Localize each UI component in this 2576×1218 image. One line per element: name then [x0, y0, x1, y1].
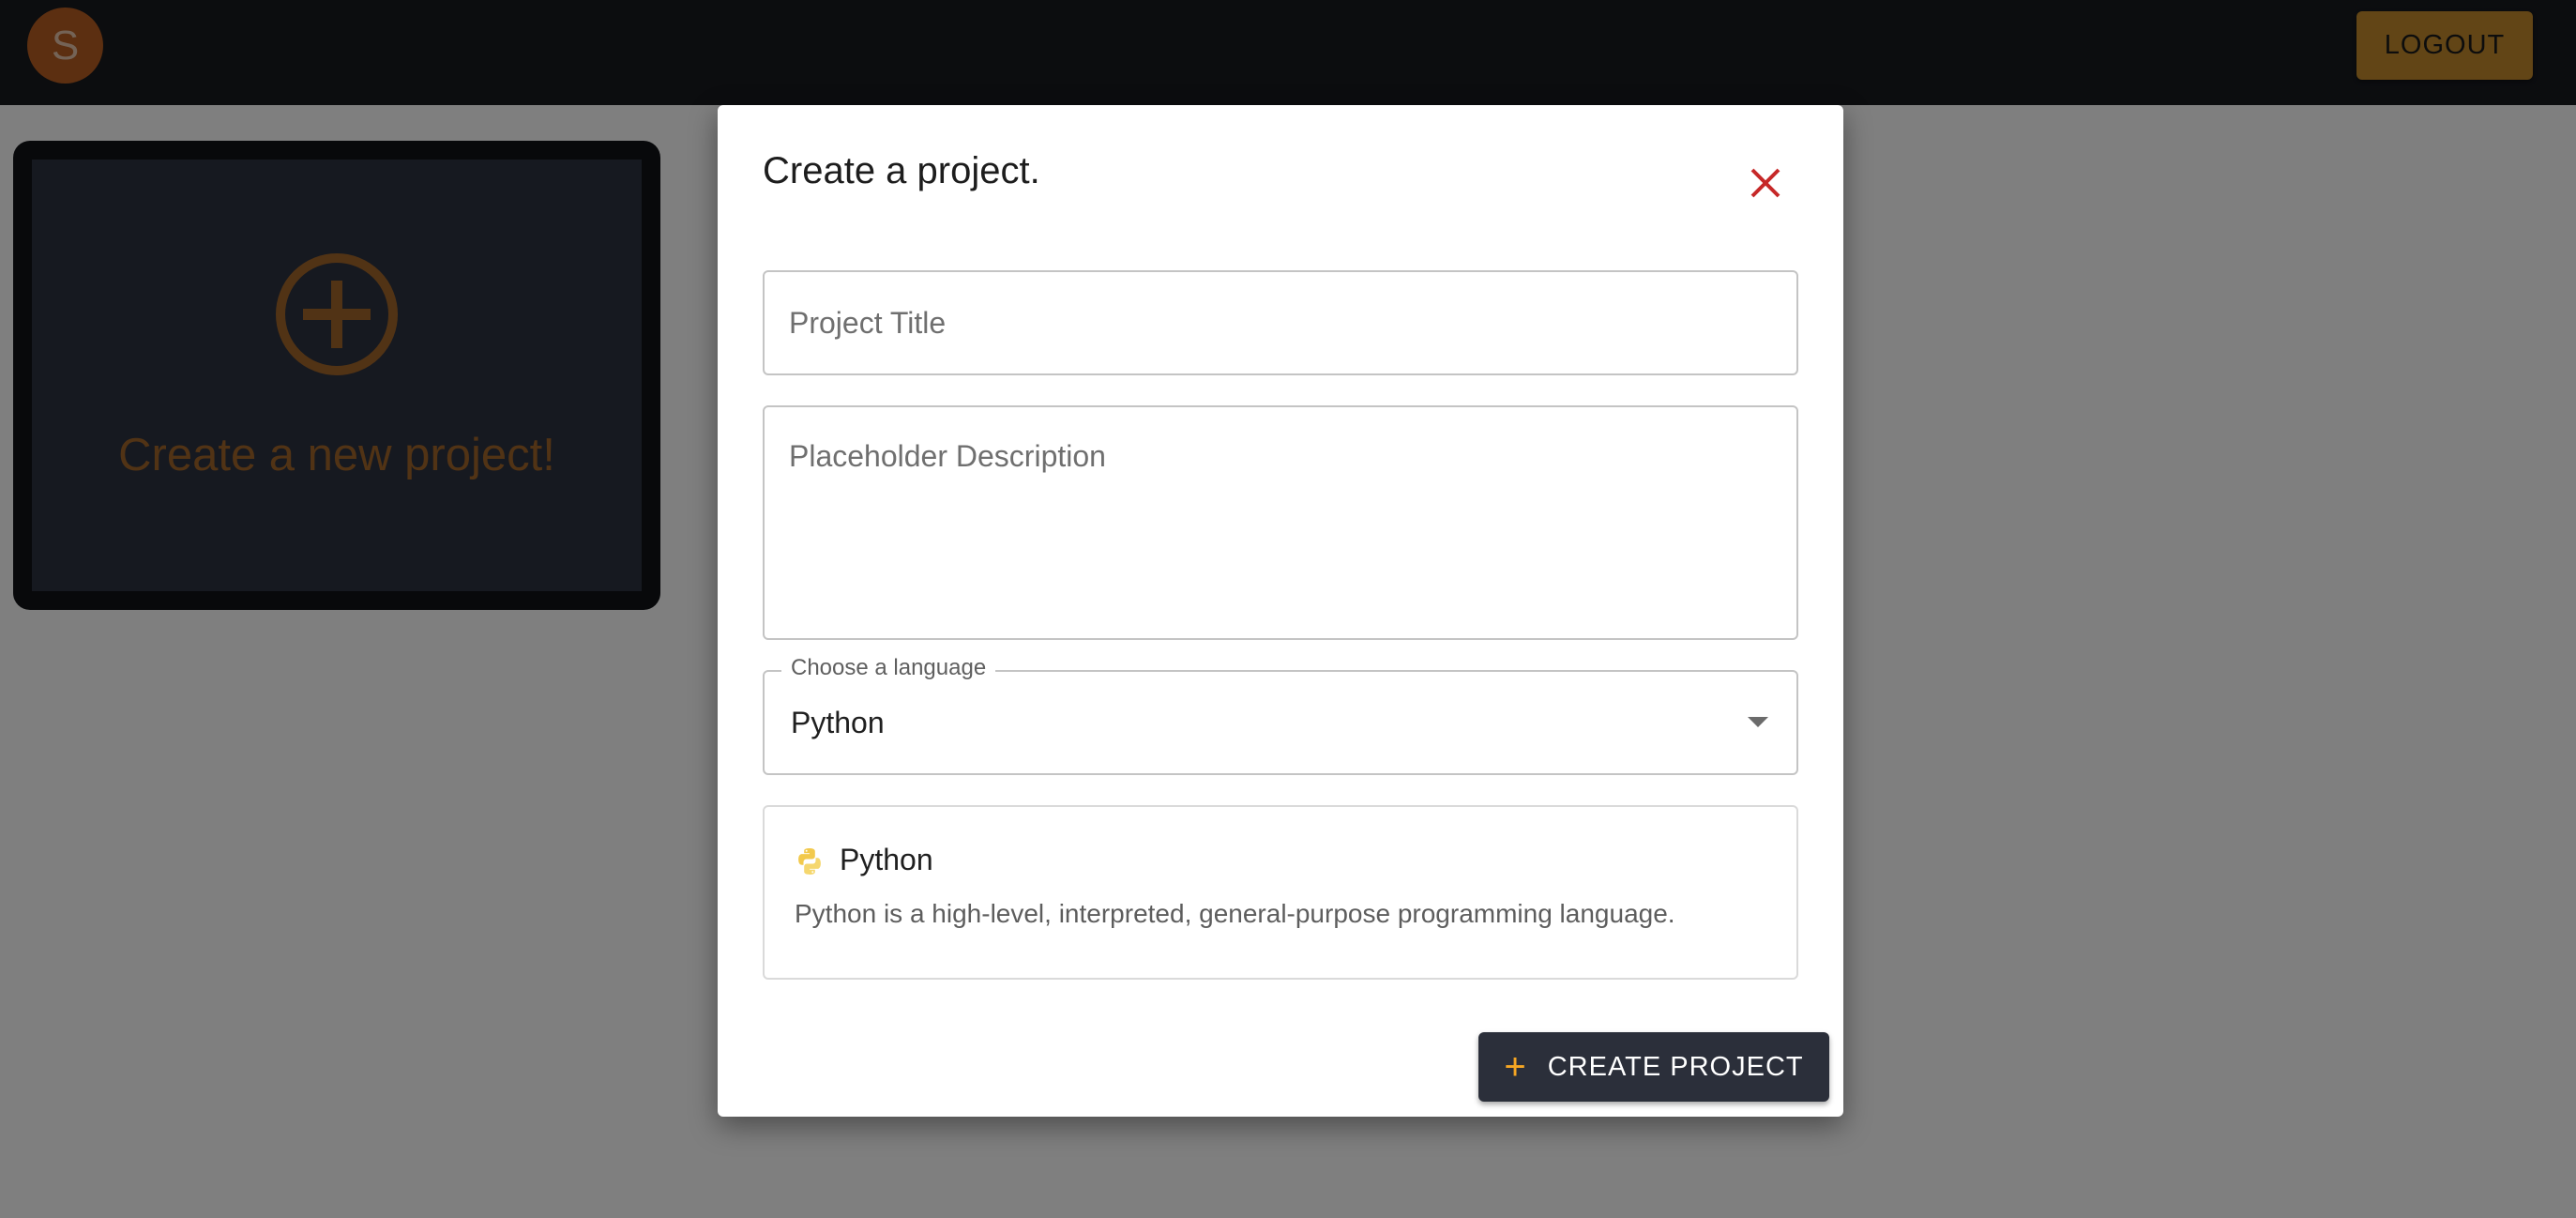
close-icon	[1750, 168, 1780, 198]
create-project-button[interactable]: + CREATE PROJECT	[1478, 1032, 1829, 1102]
language-select-value[interactable]: Python	[765, 706, 885, 740]
language-select-label: Choose a language	[781, 655, 996, 681]
dialog-title: Create a project.	[763, 150, 1040, 191]
chevron-down-icon[interactable]	[1748, 717, 1768, 727]
description-field	[763, 405, 1798, 640]
create-project-label: CREATE PROJECT	[1547, 1051, 1804, 1082]
language-info-card: Python Python is a high-level, interpret…	[763, 805, 1798, 980]
plus-icon: +	[1504, 1046, 1527, 1088]
project-title-input[interactable]	[765, 305, 1796, 341]
description-textarea[interactable]	[765, 407, 1796, 638]
python-icon	[798, 848, 821, 875]
close-button[interactable]	[1737, 155, 1794, 211]
create-project-dialog: Create a project. Choose a language Pyth…	[718, 105, 1843, 1117]
language-name: Python	[840, 843, 933, 876]
language-select[interactable]: Choose a language Python	[763, 655, 1798, 775]
language-description: Python is a high-level, interpreted, gen…	[795, 899, 1675, 928]
project-title-field	[763, 270, 1798, 375]
